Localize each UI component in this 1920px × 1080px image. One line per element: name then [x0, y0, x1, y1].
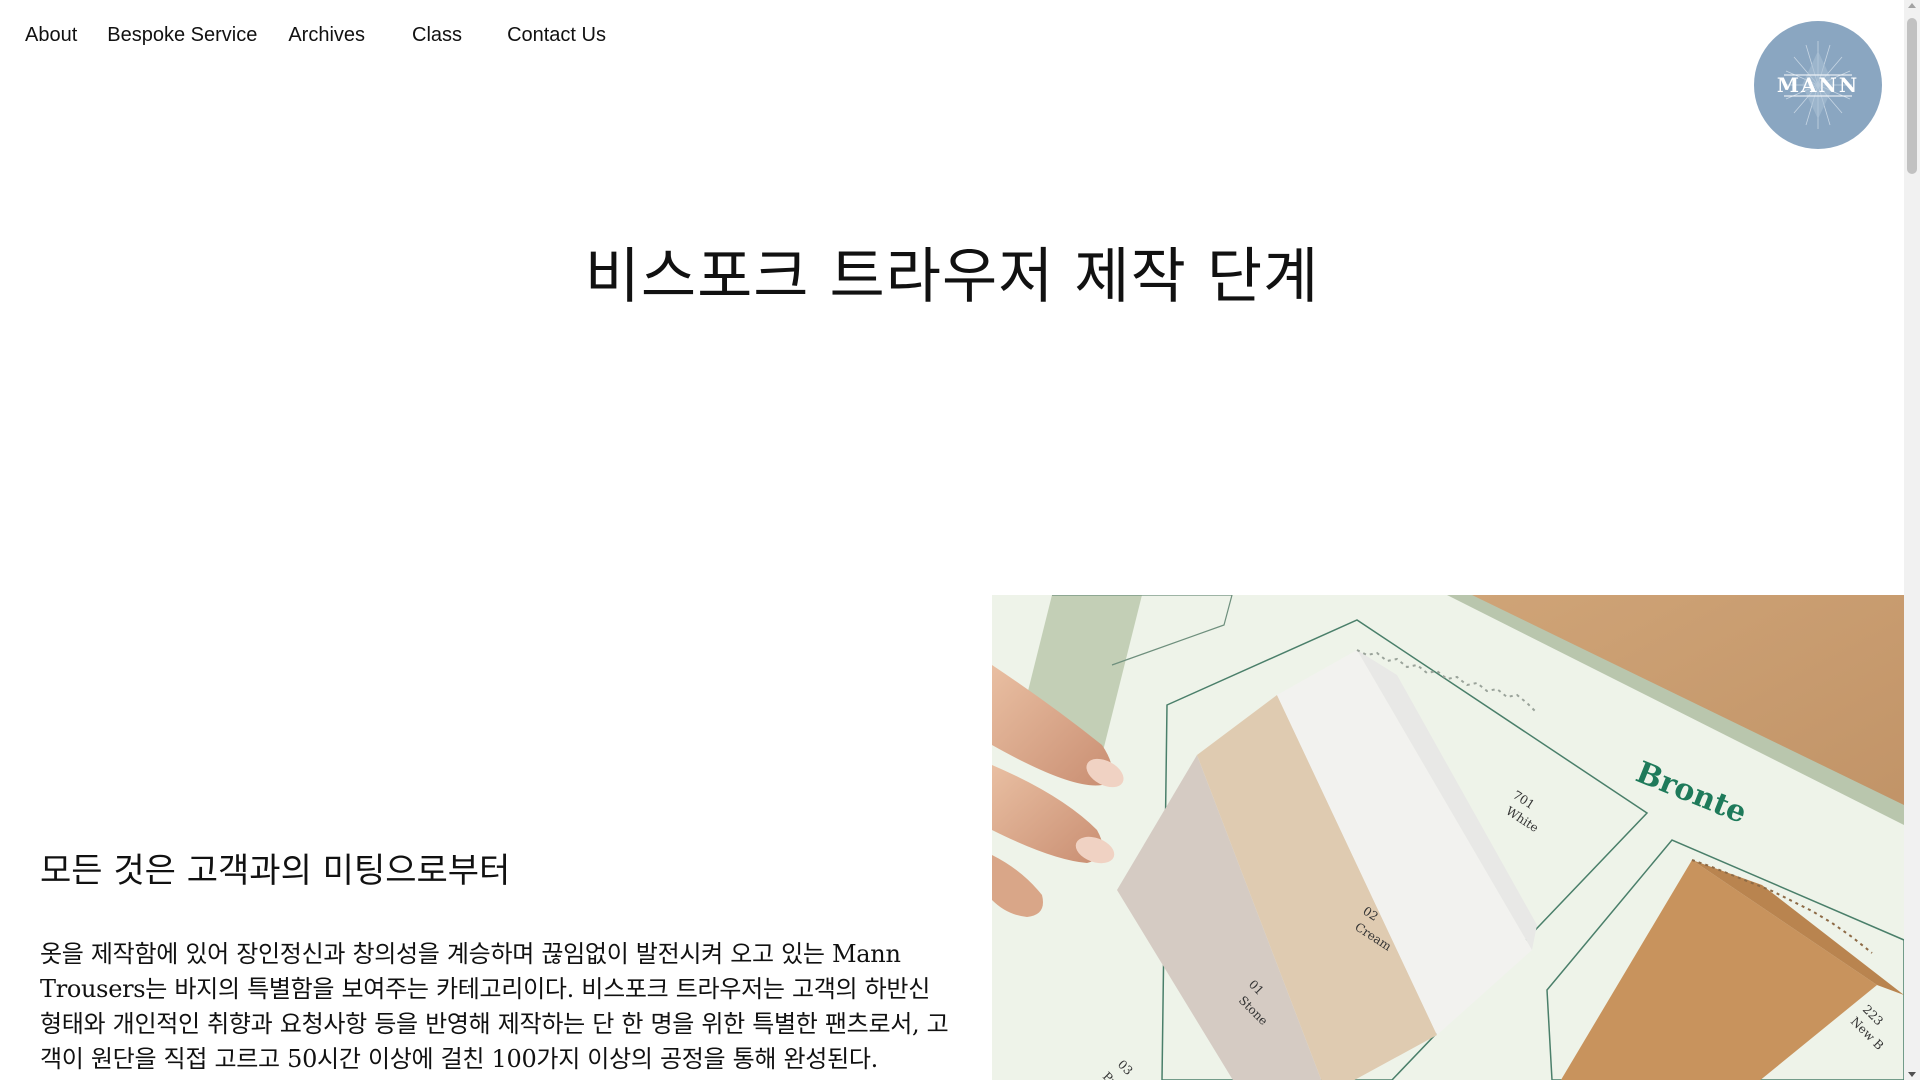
- nav-item-archives[interactable]: Archives: [288, 24, 365, 47]
- section-body-text: 옷을 제작함에 있어 장인정신과 창의성을 계승하며 끊임없이 발전시켜 오고 …: [40, 940, 949, 1073]
- nav-item-bespoke-service[interactable]: Bespoke Service: [107, 24, 257, 47]
- scroll-down-arrow-icon[interactable]: [1908, 1072, 1916, 1077]
- nav-item-class[interactable]: Class: [412, 24, 462, 47]
- nav-item-contact-us[interactable]: Contact Us: [507, 24, 606, 47]
- page-scrollbar[interactable]: [1904, 0, 1920, 1080]
- scrollbar-thumb[interactable]: [1907, 18, 1917, 174]
- section-heading: 모든 것은 고객과의 미팅으로부터: [40, 851, 511, 891]
- fabric-swatch-photo: Bronte 701 White 02 Cream 01 Stone 03 Pu…: [992, 595, 1904, 1080]
- main-nav: About Bespoke Service Archives Class Con…: [25, 24, 606, 47]
- nav-item-about[interactable]: About: [25, 24, 77, 47]
- logo-text: MANN: [1776, 73, 1860, 97]
- scroll-up-arrow-icon[interactable]: [1908, 3, 1916, 8]
- page-title: 비스포크 트라우저 제작 단계: [584, 242, 1320, 312]
- brand-logo[interactable]: MANN: [1754, 21, 1882, 149]
